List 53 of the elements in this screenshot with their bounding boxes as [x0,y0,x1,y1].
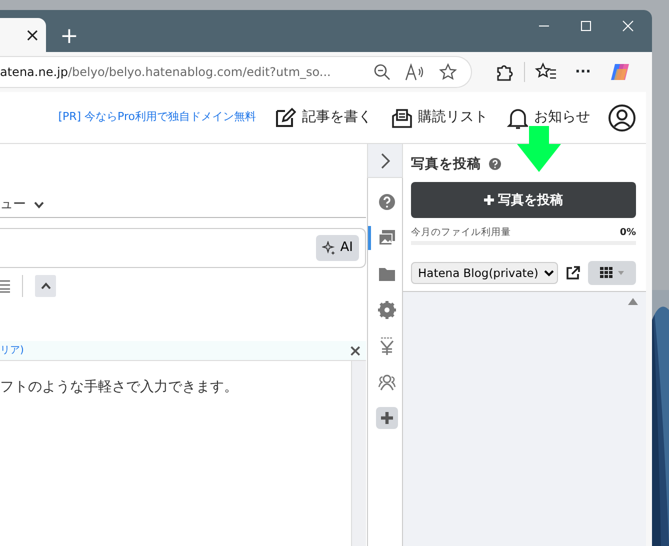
chevron-down-icon[interactable] [34,200,44,208]
title-field[interactable]: AI [0,228,366,268]
star-icon[interactable] [439,63,457,81]
yen-icon [378,337,396,355]
usage-label: 今月のファイル利用量 [411,226,511,240]
notice-text: リア) [0,344,24,358]
address-bar[interactable]: atena.ne.jp/belyo/belyo.hatenablog.com/edit?utm_so... [0,56,472,88]
scroll-up-icon[interactable] [628,298,638,304]
promo-link[interactable]: [PR] 今ならPro利用で独自ドメイン無料 [58,109,256,126]
maximize-icon[interactable] [580,20,592,32]
plus-icon [376,407,398,429]
header-link[interactable]: お知らせ [534,107,590,128]
help-icon [378,193,396,211]
panel-title: 写真を投稿 [411,155,481,174]
plus-icon [484,195,494,206]
edit-icon [274,106,296,128]
app-logo-icon[interactable] [608,61,631,83]
help-icon[interactable] [489,158,501,170]
url-host: atena.ne.jp [0,65,68,79]
read-aloud-icon[interactable] [405,63,425,81]
external-link-icon[interactable] [566,266,580,280]
caret-icon [618,270,624,274]
more-button[interactable]: ··· [575,62,591,82]
close-button[interactable]: × [348,342,362,358]
mail-icon [390,106,412,128]
scrollbar[interactable] [351,361,366,546]
usage-reading: 0% [620,226,636,240]
chevron-right-icon [380,152,390,168]
bell-icon [506,106,528,128]
upload-button[interactable]: 写真を投稿 [411,182,636,218]
grid-icon [600,267,613,278]
menu-label[interactable]: ュー [0,194,26,214]
people-icon [378,373,396,391]
gear-icon [378,301,396,319]
folder-icon [378,265,396,283]
align-icon[interactable] [0,279,10,293]
new-tab-button[interactable]: + [60,26,78,48]
sparkle-icon [322,241,336,255]
collapse-button[interactable] [35,275,56,297]
chevron-up-icon [40,282,50,290]
ai-button[interactable]: AI [316,235,359,261]
album-select[interactable]: Hatena Blog(private) [411,262,558,284]
image-icon [378,229,396,247]
arrow-icon [517,126,561,172]
expand-button[interactable] [367,144,403,178]
avatar-icon[interactable] [608,104,636,132]
close-icon[interactable] [622,20,634,32]
header-link[interactable]: 購読リスト [418,107,488,128]
url-path: /belyo/belyo.hatenablog.com/edit?utm_so... [68,65,331,79]
zoom-out-icon[interactable] [373,63,391,81]
header-link[interactable]: 記事を書く [302,107,372,128]
editor-text: フトのような手軽さで入力できます。 [0,379,238,395]
view-toggle-button[interactable] [588,260,636,284]
